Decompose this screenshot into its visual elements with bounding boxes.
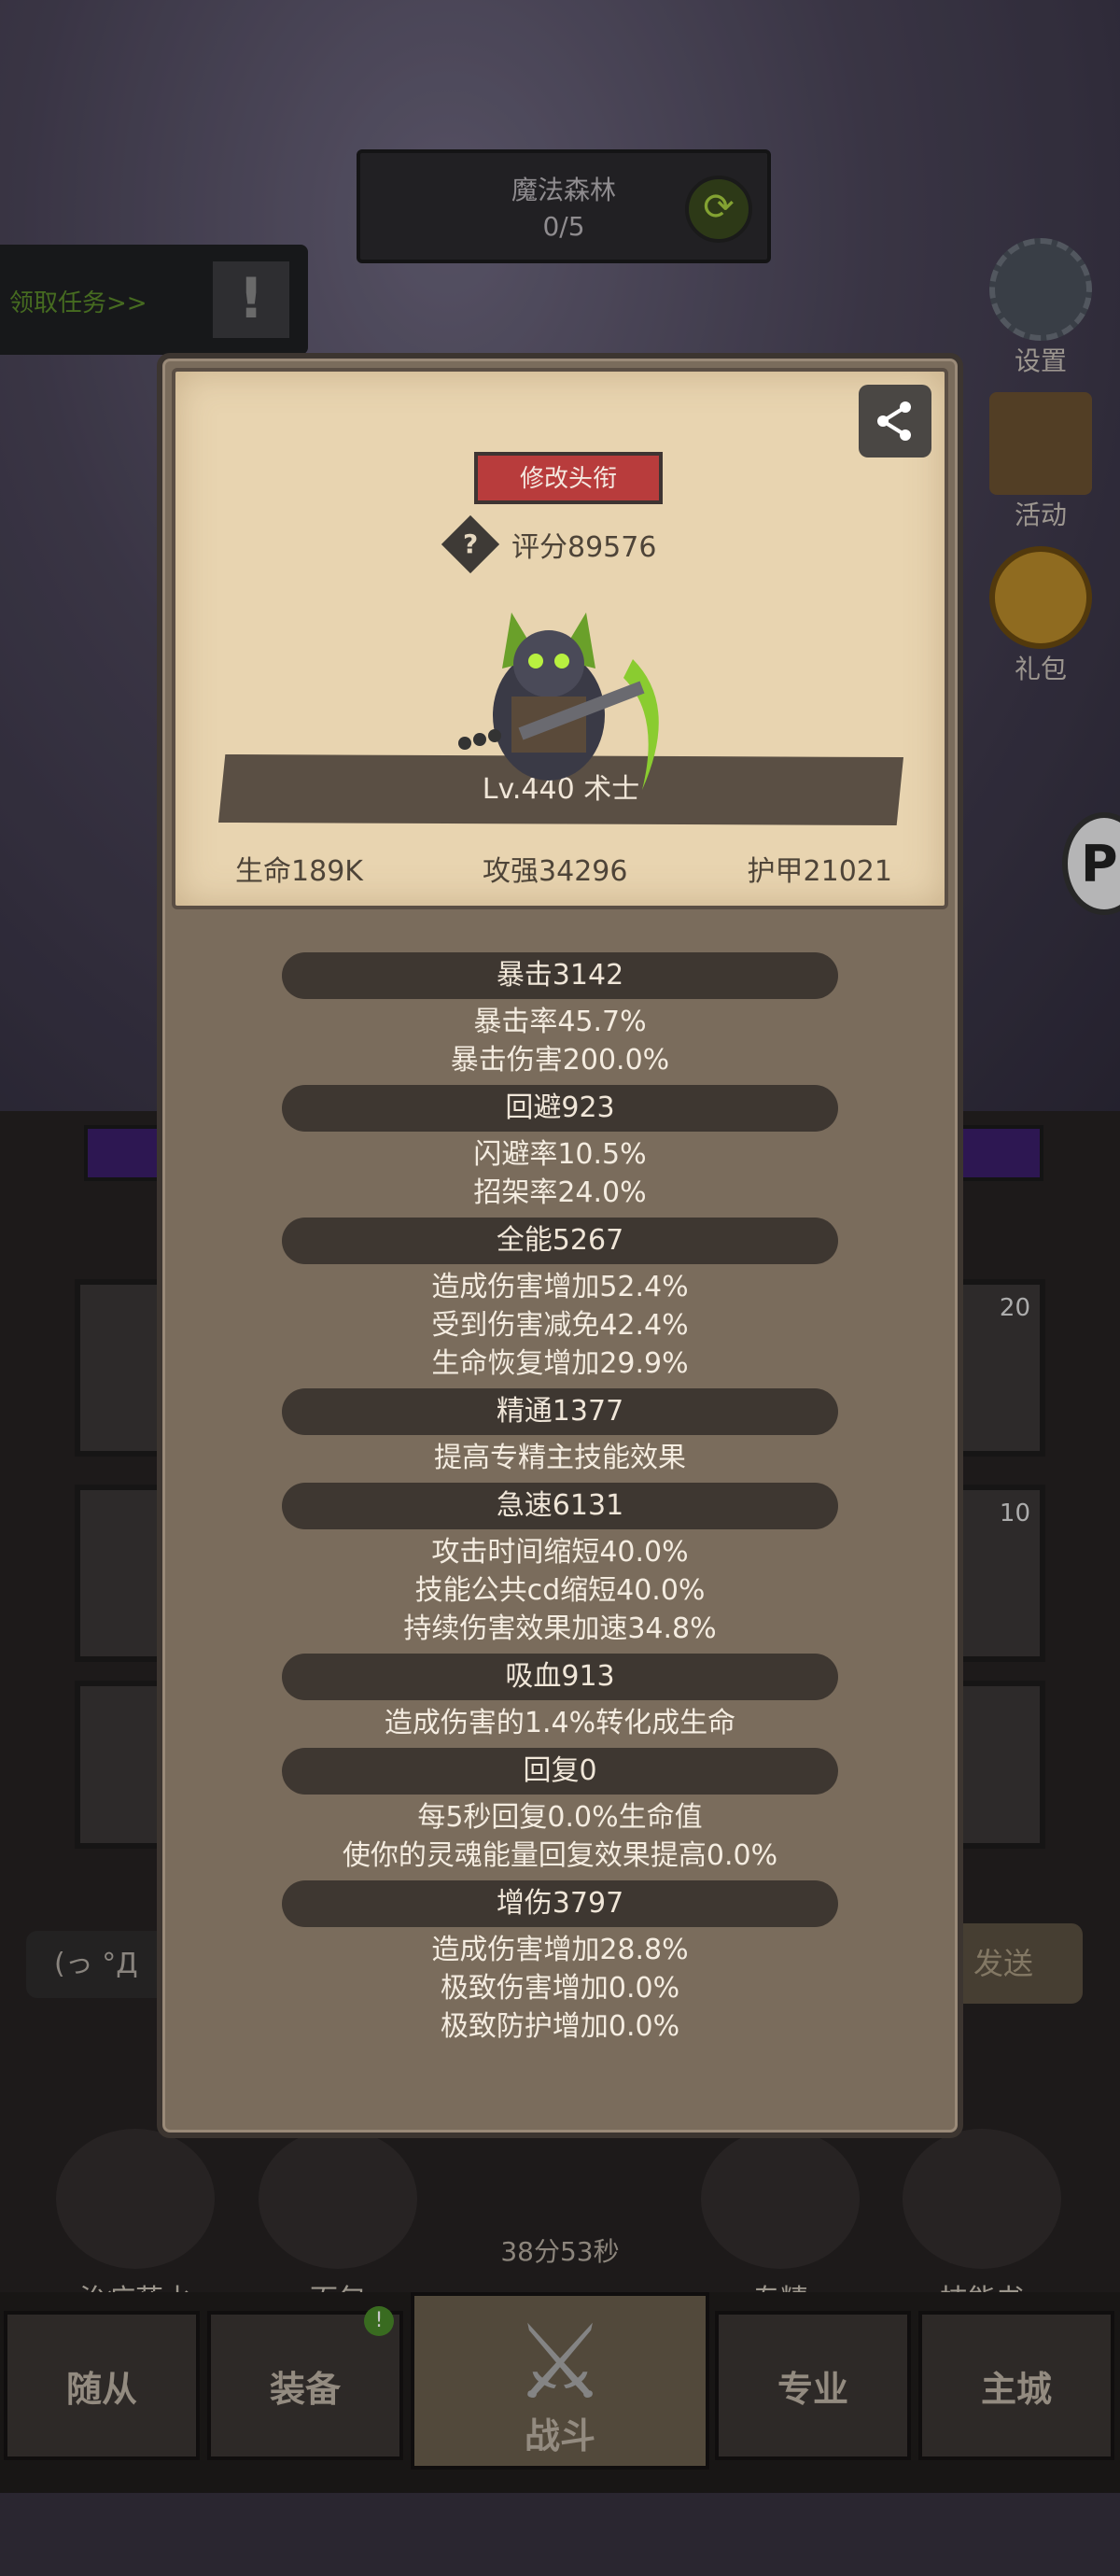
stat-header-mastery: 精通1377: [282, 1388, 838, 1435]
stat-line: 闪避率10.5%: [473, 1138, 647, 1171]
stat-line: 技能公共cd缩短40.0%: [414, 1574, 706, 1607]
stat-line: 提高专精主技能效果: [434, 1442, 686, 1474]
stat-header-versatility: 全能5267: [282, 1218, 838, 1264]
stat-line: 生命恢复增加29.9%: [431, 1347, 689, 1380]
stat-header-crit: 暴击3142: [282, 952, 838, 999]
stat-header-dodge: 回避923: [282, 1085, 838, 1132]
stat-line: 持续伤害效果加速34.8%: [403, 1612, 717, 1645]
help-icon[interactable]: ?: [441, 514, 500, 574]
stat-line: 每5秒回复0.0%生命值: [417, 1801, 703, 1834]
stat-line: 受到伤害减免42.4%: [431, 1309, 689, 1342]
character-card: 修改头衔 ? 评分89576 Lv.440 术士 生命189K 攻强34296 …: [172, 368, 948, 909]
stat-header-leech: 吸血913: [282, 1654, 838, 1700]
stat-line: 极致伤害增加0.0%: [440, 1972, 680, 2005]
stat-line: 造成伤害的1.4%转化成生命: [384, 1707, 736, 1739]
stats-list: 暴击3142 暴击率45.7% 暴击伤害200.0% 回避923 闪避率10.5…: [162, 947, 958, 2046]
score-value: 评分89576: [511, 531, 657, 564]
hp-stat: 生命189K: [235, 855, 363, 888]
attack-stat: 攻强34296: [483, 855, 628, 888]
stat-line: 造成伤害增加28.8%: [431, 1934, 689, 1966]
stat-line: 暴击伤害200.0%: [450, 1044, 670, 1077]
share-icon[interactable]: [859, 385, 931, 457]
stat-line: 造成伤害增加52.4%: [431, 1271, 689, 1303]
armor-stat: 护甲21021: [747, 855, 892, 888]
stat-line: 极致防护增加0.0%: [440, 2010, 680, 2043]
character-stats-panel: 修改头衔 ? 评分89576 Lv.440 术士 生命189K 攻强34296 …: [157, 353, 963, 2138]
change-title-button[interactable]: 修改头衔: [474, 452, 663, 504]
stat-header-regen: 回复0: [282, 1748, 838, 1795]
stat-line: 招架率24.0%: [473, 1176, 647, 1209]
stat-line: 使你的灵魂能量回复效果提高0.0%: [342, 1839, 778, 1872]
stat-header-damage-up: 增伤3797: [282, 1880, 838, 1927]
stat-line: 暴击率45.7%: [473, 1006, 647, 1038]
stat-header-haste: 急速6131: [282, 1483, 838, 1529]
stat-line: 攻击时间缩短40.0%: [431, 1536, 689, 1569]
base-stats: 生命189K 攻强34296 护甲21021: [175, 848, 952, 889]
score-row: ? 评分89576: [441, 514, 657, 574]
character-portrait: [458, 612, 659, 790]
